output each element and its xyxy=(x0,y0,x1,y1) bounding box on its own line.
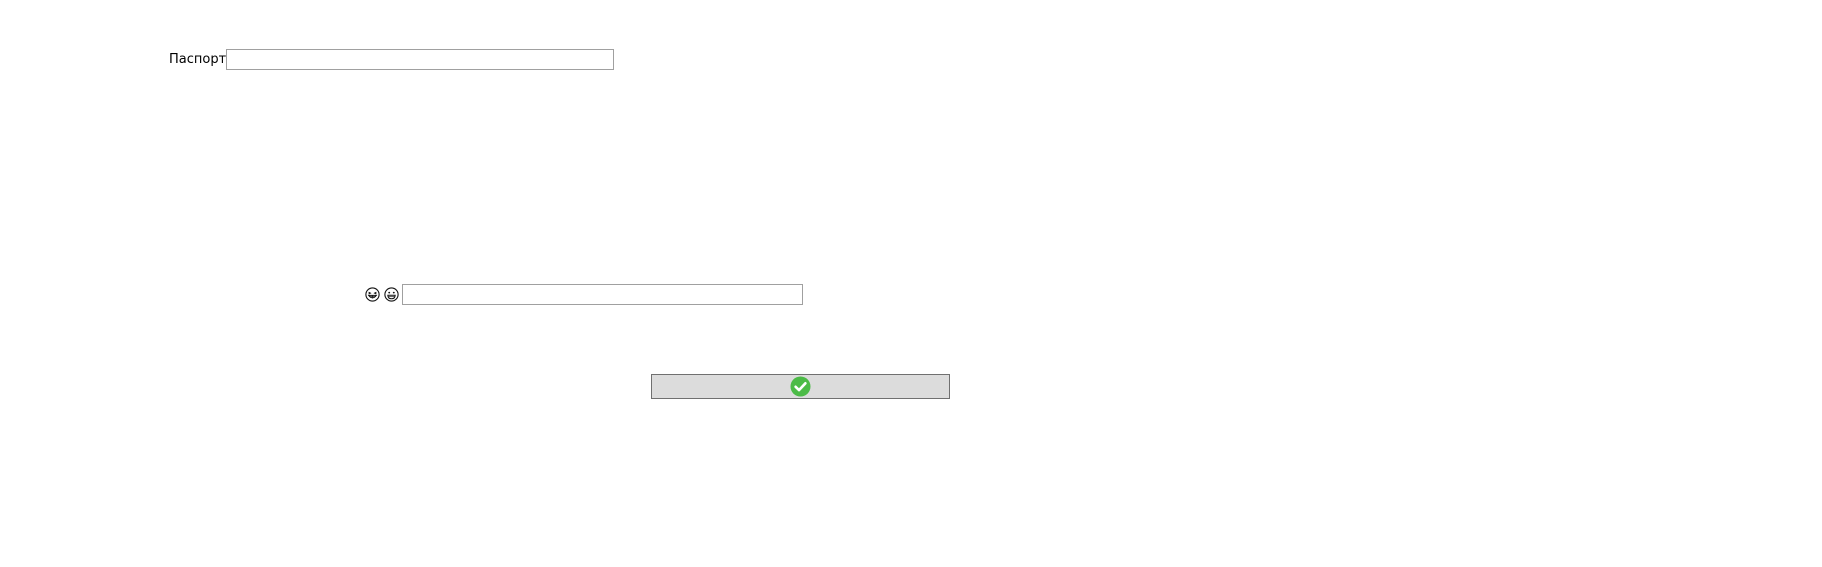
passport-input[interactable] xyxy=(226,49,615,70)
smiley-row xyxy=(365,284,803,305)
check-circle-icon xyxy=(790,376,811,397)
grinning-squint-smiley-icon xyxy=(365,287,380,302)
passport-label: Паспорт xyxy=(169,52,227,67)
smiley-text-field[interactable] xyxy=(402,284,803,305)
confirm-button[interactable] xyxy=(651,374,950,399)
passport-row: Паспорт xyxy=(169,49,615,70)
grinning-smiley-icon xyxy=(384,287,399,302)
